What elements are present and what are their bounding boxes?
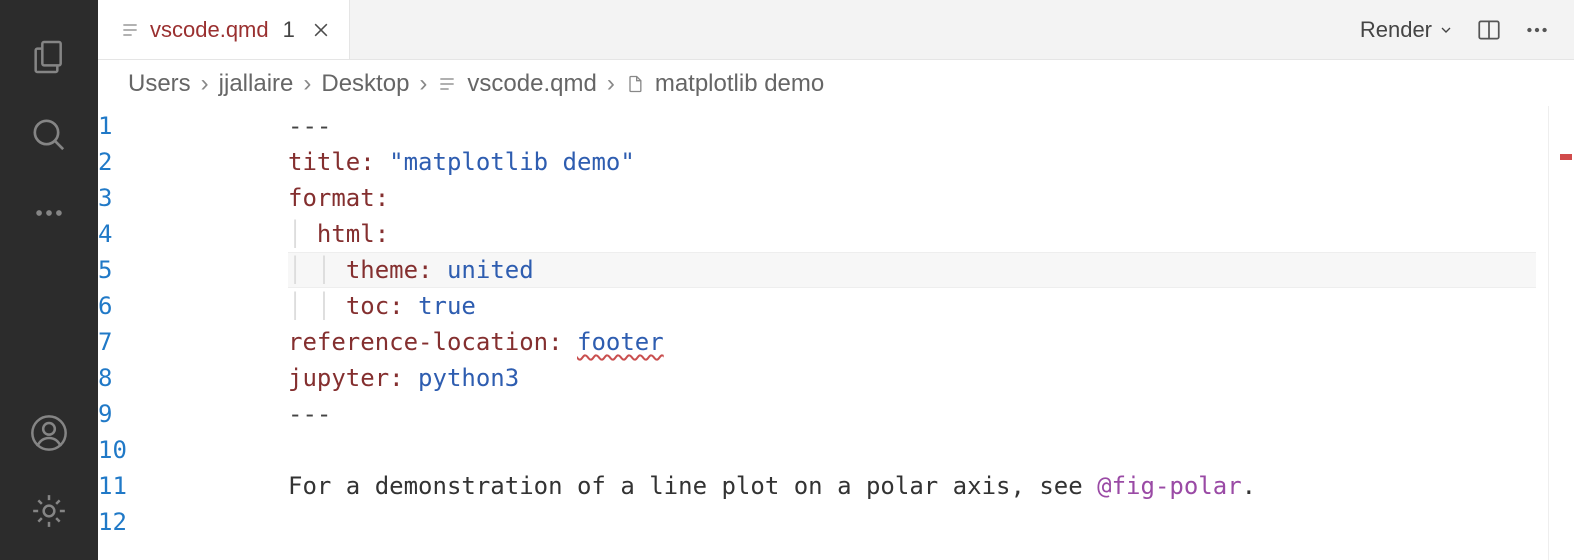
- code-line[interactable]: ---: [288, 108, 1548, 144]
- chevron-right-icon: ›: [419, 70, 427, 98]
- indent-guide: │: [317, 292, 346, 320]
- search-icon: [29, 115, 69, 155]
- activity-explorer[interactable]: [0, 18, 98, 96]
- code-line[interactable]: │ │ toc: true: [288, 288, 1548, 324]
- file-lines-icon: [437, 74, 457, 94]
- activity-account[interactable]: [0, 394, 98, 472]
- symbol-file-icon: [625, 73, 645, 95]
- split-icon: [1476, 17, 1502, 43]
- code-token: "matplotlib demo": [389, 148, 635, 176]
- indent-guide: │: [288, 292, 317, 320]
- line-number-gutter: 123456789101112: [98, 106, 288, 560]
- code-token: For a demonstration of a line plot on a …: [288, 472, 1097, 500]
- line-number: 8: [98, 360, 260, 396]
- code-token: jupyter:: [288, 364, 404, 392]
- files-icon: [29, 37, 69, 77]
- activity-more[interactable]: [0, 174, 98, 252]
- code-token: ---: [288, 112, 331, 140]
- code-token: reference-location:: [288, 328, 563, 356]
- code-line[interactable]: [288, 432, 1548, 468]
- code-token: html:: [317, 220, 389, 248]
- overview-ruler[interactable]: [1548, 106, 1574, 560]
- indent-guide: │: [288, 256, 317, 284]
- ellipsis-icon: [32, 196, 66, 230]
- editor-main: vscode.qmd 1 Render Users › jjallaire › …: [98, 0, 1574, 560]
- code-token: python3: [418, 364, 519, 392]
- tab-modified-badge: 1: [283, 17, 295, 43]
- tab-close-button[interactable]: [311, 20, 331, 40]
- code-line[interactable]: │ │ theme: united: [288, 252, 1548, 288]
- breadcrumb-segment[interactable]: matplotlib demo: [655, 70, 824, 98]
- code-token: title:: [288, 148, 375, 176]
- code-token: ---: [288, 400, 331, 428]
- line-number: 12: [98, 504, 260, 540]
- more-actions-button[interactable]: [1524, 17, 1550, 43]
- code-token: @fig-polar: [1097, 472, 1242, 500]
- code-token: [404, 364, 418, 392]
- code-line[interactable]: ---: [288, 396, 1548, 432]
- code-area[interactable]: ---title: "matplotlib demo"format:│ html…: [288, 106, 1548, 560]
- line-number: 11: [98, 468, 260, 504]
- code-token: theme:: [346, 256, 433, 284]
- chevron-right-icon: ›: [303, 70, 311, 98]
- code-token: [433, 256, 447, 284]
- code-line[interactable]: jupyter: python3: [288, 360, 1548, 396]
- code-line[interactable]: For a demonstration of a line plot on a …: [288, 468, 1548, 504]
- indent-guide: │: [288, 220, 317, 248]
- account-icon: [29, 413, 69, 453]
- line-number: 10: [98, 432, 260, 468]
- line-number: 6: [98, 288, 260, 324]
- ellipsis-icon: [1524, 17, 1550, 43]
- chevron-down-icon: [1438, 22, 1454, 38]
- render-label: Render: [1360, 17, 1432, 43]
- breadcrumb-segment[interactable]: vscode.qmd: [467, 70, 596, 98]
- editor[interactable]: 123456789101112 ---title: "matplotlib de…: [98, 106, 1574, 560]
- code-token: footer: [577, 328, 664, 356]
- indent-guide: │: [317, 256, 346, 284]
- error-marker[interactable]: [1560, 154, 1572, 160]
- breadcrumb: Users › jjallaire › Desktop › vscode.qmd…: [98, 60, 1574, 106]
- line-number: 3: [98, 180, 260, 216]
- code-token: [375, 148, 389, 176]
- line-number: 2: [98, 144, 260, 180]
- code-token: true: [418, 292, 476, 320]
- activity-search[interactable]: [0, 96, 98, 174]
- line-number: 5: [98, 252, 260, 288]
- tab-filename: vscode.qmd: [150, 17, 269, 43]
- line-number: 7: [98, 324, 260, 360]
- render-button[interactable]: Render: [1360, 17, 1454, 43]
- line-number: 4: [98, 216, 260, 252]
- gear-icon: [29, 491, 69, 531]
- activity-bar: [0, 0, 98, 560]
- code-token: [563, 328, 577, 356]
- breadcrumb-segment[interactable]: Users: [128, 70, 191, 98]
- chevron-right-icon: ›: [201, 70, 209, 98]
- tab-bar: vscode.qmd 1 Render: [98, 0, 1574, 60]
- code-token: toc:: [346, 292, 404, 320]
- code-line[interactable]: │ html:: [288, 216, 1548, 252]
- code-token: format:: [288, 184, 389, 212]
- line-number: 1: [98, 108, 260, 144]
- file-lines-icon: [120, 20, 140, 40]
- code-token: united: [447, 256, 534, 284]
- activity-settings[interactable]: [0, 472, 98, 550]
- split-editor-button[interactable]: [1476, 17, 1502, 43]
- code-token: .: [1242, 472, 1256, 500]
- code-line[interactable]: title: "matplotlib demo": [288, 144, 1548, 180]
- tab-file[interactable]: vscode.qmd 1: [98, 0, 350, 59]
- code-line[interactable]: [288, 504, 1548, 540]
- breadcrumb-segment[interactable]: Desktop: [321, 70, 409, 98]
- line-number: 9: [98, 396, 260, 432]
- code-line[interactable]: reference-location: footer: [288, 324, 1548, 360]
- breadcrumb-segment[interactable]: jjallaire: [219, 70, 294, 98]
- code-line[interactable]: format:: [288, 180, 1548, 216]
- code-token: [404, 292, 418, 320]
- chevron-right-icon: ›: [607, 70, 615, 98]
